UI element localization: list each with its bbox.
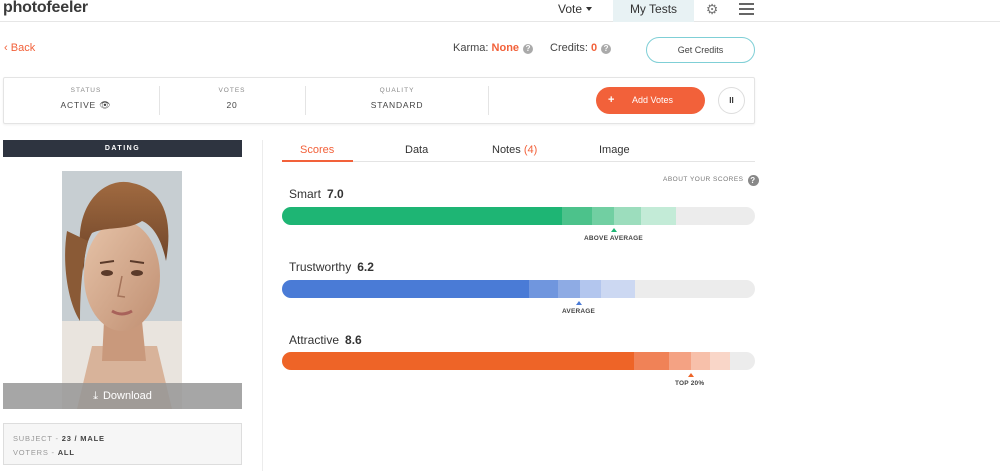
help-icon: ?	[747, 175, 759, 186]
status-label: STATUS	[70, 87, 102, 94]
download-icon: ⤓	[93, 390, 98, 402]
plus-icon: +	[608, 94, 615, 106]
results-tabs: Scores Data Notes (4) Image	[282, 140, 755, 162]
tab-image[interactable]: Image	[599, 144, 630, 156]
karma-label: Karma:	[453, 42, 489, 54]
bar-fill	[282, 352, 634, 370]
status-stat: STATUS ACTIVE 👁	[46, 87, 126, 111]
eye-icon: 👁	[99, 100, 112, 110]
test-status-card: STATUS ACTIVE 👁 VOTES 20 QUALITY STANDAR…	[3, 77, 755, 124]
subject-row: SUBJECT - 23 / MALE	[13, 432, 232, 446]
test-photo	[62, 171, 182, 409]
active-tab-indicator	[282, 160, 353, 162]
tab-scores[interactable]: Scores	[300, 144, 334, 156]
download-label: Download	[102, 390, 152, 402]
score-smart-label: Smart 7.0	[289, 187, 344, 201]
quality-value: STANDARD	[370, 100, 424, 110]
bar-fill	[282, 280, 529, 298]
karma-value: None	[491, 42, 520, 54]
tab-data[interactable]: Data	[405, 144, 428, 156]
bar-range	[580, 280, 601, 298]
gear-icon[interactable]: ⚙	[703, 0, 721, 18]
status-value-text: ACTIVE	[60, 100, 97, 110]
votes-label: VOTES	[218, 87, 246, 94]
credits-value: 0	[590, 42, 598, 54]
add-votes-button[interactable]: + Add Votes	[596, 87, 705, 114]
quality-label: QUALITY	[379, 87, 415, 94]
score-name: Smart	[289, 187, 322, 201]
caret-down-icon	[586, 7, 593, 11]
bar-range	[691, 352, 710, 370]
votes-stat: VOTES 20	[204, 87, 260, 110]
download-button[interactable]: ⤓ Download	[3, 383, 242, 409]
help-icon[interactable]: ?	[523, 44, 534, 54]
credits: Credits: 0?	[550, 42, 612, 54]
tab-notes[interactable]: Notes (4)	[492, 144, 537, 156]
bar-range	[710, 352, 730, 370]
bar-range	[669, 352, 691, 370]
score-value: 7.0	[327, 187, 344, 201]
bar-fill	[282, 207, 562, 225]
bar-range	[634, 352, 669, 370]
score-value: 8.6	[345, 333, 362, 347]
bar-range	[592, 207, 614, 225]
score-name: Attractive	[289, 333, 340, 347]
pause-button[interactable]: II	[718, 87, 745, 114]
back-label: Back	[10, 42, 36, 54]
score-band: ABOVE AVERAGE	[584, 235, 643, 242]
score-marker-icon	[611, 228, 617, 232]
nav-vote-label: Vote	[558, 2, 583, 16]
add-votes-label: Add Votes	[632, 95, 674, 105]
notes-count: (4)	[523, 144, 538, 156]
score-trustworthy-label: Trustworthy 6.2	[289, 260, 374, 274]
score-name: Trustworthy	[289, 260, 352, 274]
voters-row: VOTERS - ALL	[13, 446, 232, 460]
divider	[305, 86, 306, 115]
credits-label: Credits:	[550, 42, 588, 54]
pause-icon: II	[729, 96, 734, 105]
test-meta: SUBJECT - 23 / MALE VOTERS - ALL	[3, 423, 242, 465]
divider	[488, 86, 489, 115]
help-icon[interactable]: ?	[601, 44, 612, 54]
score-smart-bar	[282, 207, 755, 225]
top-nav: photofeeler Vote My Tests ⚙	[0, 0, 1000, 22]
category-header: DATING	[3, 140, 242, 157]
nav-vote-dropdown[interactable]: Vote	[558, 2, 593, 16]
voters-value: ALL	[57, 448, 75, 457]
bar-range	[601, 280, 635, 298]
bar-range	[562, 207, 592, 225]
score-attractive-bar	[282, 352, 755, 370]
score-marker-icon	[688, 373, 694, 377]
quality-stat: QUALITY STANDARD	[354, 87, 440, 110]
score-band: AVERAGE	[562, 308, 596, 315]
bar-range	[641, 207, 676, 225]
score-attractive-label: Attractive 8.6	[289, 333, 362, 347]
bar-range	[558, 280, 580, 298]
portrait-image	[62, 171, 182, 409]
status-value: ACTIVE 👁	[46, 100, 126, 111]
hamburger-menu-icon[interactable]	[739, 3, 754, 15]
voters-label: VOTERS -	[13, 448, 55, 457]
nav-my-tests[interactable]: My Tests	[613, 0, 694, 22]
votes-value: 20	[226, 100, 238, 110]
about-scores-link[interactable]: ABOUT YOUR SCORES?	[663, 175, 759, 186]
score-marker-icon	[576, 301, 582, 305]
back-link[interactable]: ‹ Back	[4, 42, 35, 54]
about-scores-label: ABOUT YOUR SCORES	[663, 176, 744, 183]
tab-notes-label: Notes	[492, 144, 521, 156]
score-trustworthy-bar	[282, 280, 755, 298]
score-value: 6.2	[357, 260, 374, 274]
divider	[159, 86, 160, 115]
subject-label: SUBJECT -	[13, 434, 59, 443]
subject-value: 23 / MALE	[61, 434, 105, 443]
karma: Karma: None?	[453, 42, 534, 54]
get-credits-button[interactable]: Get Credits	[646, 37, 755, 63]
score-band: TOP 20%	[675, 380, 705, 387]
logo[interactable]: photofeeler	[3, 0, 88, 17]
bar-range	[529, 280, 558, 298]
column-divider	[262, 140, 263, 471]
bar-range	[614, 207, 641, 225]
